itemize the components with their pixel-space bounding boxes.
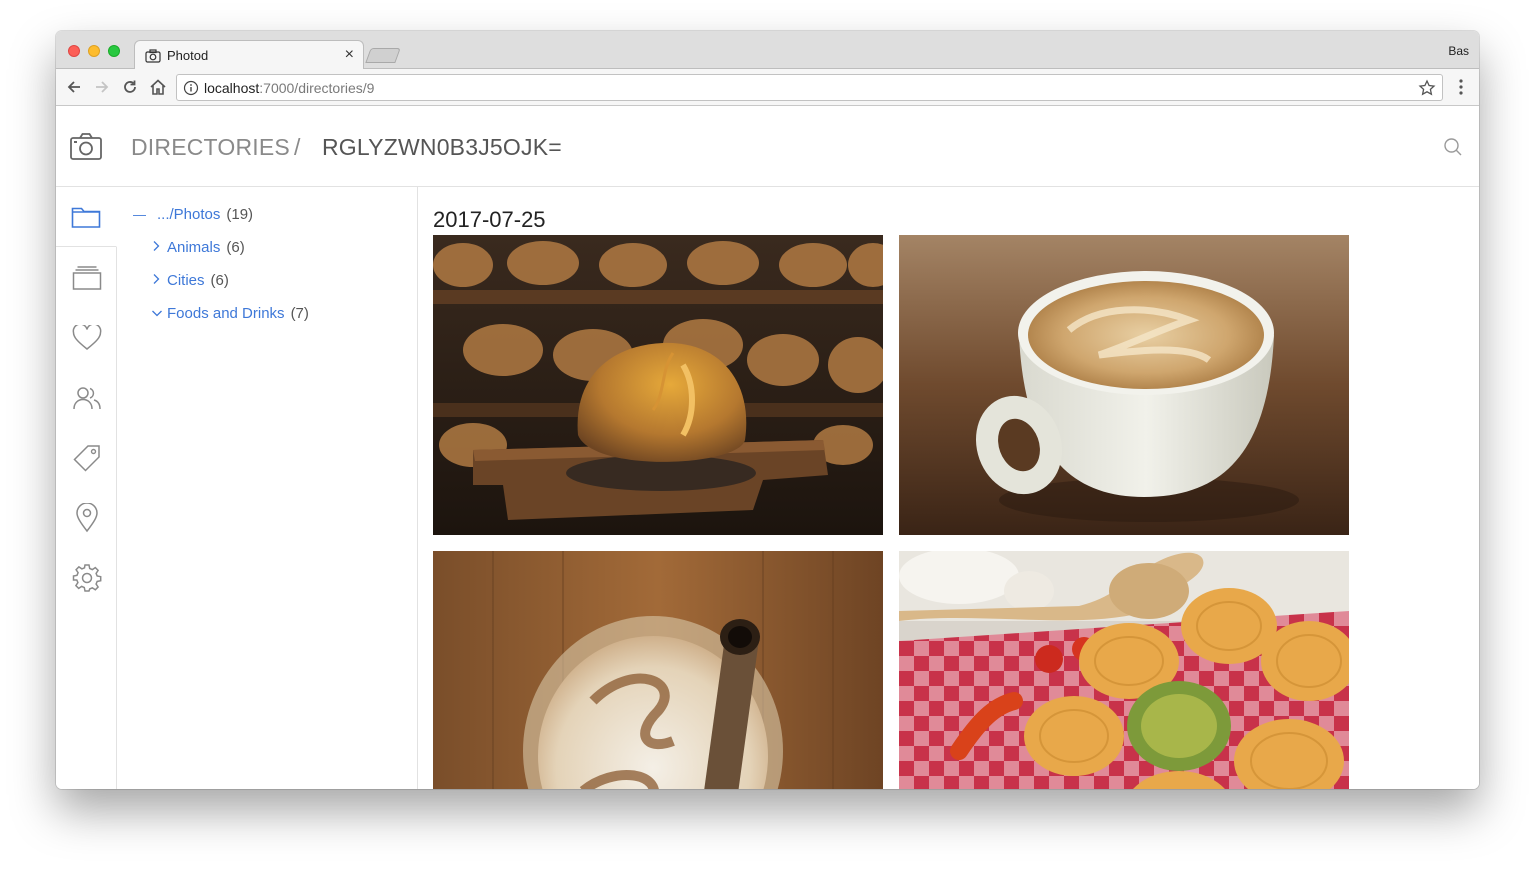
location-pin-icon — [75, 503, 98, 533]
tree-item-cities[interactable]: Cities (6) — [151, 272, 229, 289]
date-group-heading: 2017-07-25 — [433, 207, 546, 232]
nav-settings[interactable] — [56, 548, 117, 608]
tree-item-count: (7) — [290, 305, 309, 322]
nav-directories[interactable] — [56, 187, 117, 247]
chevron-right-icon[interactable] — [151, 240, 167, 255]
tree-item-count: (6) — [226, 239, 245, 256]
tree-item-animals[interactable]: Animals (6) — [151, 239, 245, 256]
desktop-background: Photod × Bas localhost:7000/directories/… — [0, 0, 1535, 869]
tag-icon — [72, 445, 100, 472]
tree-item-count: (19) — [226, 206, 254, 223]
reload-icon[interactable] — [118, 75, 142, 99]
tab-close-icon[interactable]: × — [345, 46, 354, 64]
heart-icon — [72, 325, 101, 350]
folder-icon — [71, 207, 101, 228]
photod-app: DIRECTORIES / RGLYZWN0B3J5OJK= — .../Pho… — [56, 107, 1479, 789]
profile-name[interactable]: Bas — [1448, 44, 1469, 58]
cappuccino-photo-image — [899, 235, 1349, 535]
collapse-dash-icon[interactable]: — — [133, 207, 157, 222]
tab-title: Photod — [167, 48, 209, 63]
tree-item-label[interactable]: Foods and Drinks — [167, 305, 285, 322]
photo-gallery: 2017-07-25 — [418, 187, 1479, 789]
photo-thumbnail[interactable] — [433, 235, 883, 535]
tab-strip: Photod × Bas — [56, 31, 1479, 70]
gear-icon — [72, 564, 101, 592]
nav-albums[interactable] — [56, 248, 117, 308]
home-icon[interactable] — [146, 75, 170, 99]
navigation-rail — [56, 187, 117, 789]
albums-icon — [72, 266, 101, 290]
url-host: localhost — [204, 80, 260, 96]
chevron-right-icon[interactable] — [151, 273, 167, 288]
browser-tab[interactable]: Photod × — [134, 40, 364, 70]
close-window-button[interactable] — [68, 45, 80, 57]
url-text: localhost:7000/directories/9 — [204, 80, 374, 96]
chevron-down-icon[interactable] — [151, 306, 167, 321]
photo-thumbnail[interactable] — [433, 551, 883, 789]
tree-item-label[interactable]: Cities — [167, 272, 205, 289]
maximize-window-button[interactable] — [108, 45, 120, 57]
tree-item-foods-and-drinks[interactable]: Foods and Drinks (7) — [151, 305, 309, 322]
tree-root-item[interactable]: — .../Photos (19) — [133, 206, 253, 223]
bookmark-star-icon[interactable] — [1418, 79, 1436, 97]
iced-coffee-photo-image — [433, 551, 883, 789]
people-icon — [72, 387, 101, 410]
photo-thumbnail[interactable] — [899, 235, 1349, 535]
breadcrumb-separator: / — [294, 134, 301, 160]
back-arrow-icon[interactable] — [62, 75, 86, 99]
breadcrumb-directories-link[interactable]: DIRECTORIES — [131, 134, 290, 161]
pasta-photo-image — [899, 551, 1349, 789]
photo-thumbnail[interactable] — [899, 551, 1349, 789]
minimize-window-button[interactable] — [88, 45, 100, 57]
nav-favorites[interactable] — [56, 308, 117, 368]
camera-logo-icon[interactable] — [70, 132, 102, 160]
new-tab-button[interactable] — [365, 48, 401, 63]
address-bar[interactable]: localhost:7000/directories/9 — [176, 74, 1443, 101]
app-header: DIRECTORIES / RGLYZWN0B3J5OJK= — [56, 107, 1479, 187]
directory-tree: — .../Photos (19) Animals (6) Cities (6) Foo… — [117, 187, 418, 789]
browser-menu-icon[interactable] — [1451, 77, 1471, 97]
tree-item-label[interactable]: Animals — [167, 239, 220, 256]
browser-window: Photod × Bas localhost:7000/directories/… — [56, 31, 1479, 789]
browser-toolbar: localhost:7000/directories/9 — [56, 69, 1479, 106]
nav-locations[interactable] — [56, 488, 117, 548]
forward-arrow-icon[interactable] — [90, 75, 114, 99]
nav-tags[interactable] — [56, 428, 117, 488]
tree-item-label[interactable]: .../Photos — [157, 206, 220, 223]
site-info-icon[interactable] — [183, 80, 199, 96]
breadcrumb-current-directory: RGLYZWN0B3J5OJK= — [322, 134, 562, 160]
search-icon[interactable] — [1443, 137, 1463, 157]
nav-people[interactable] — [56, 368, 117, 428]
bread-photo-image — [433, 235, 883, 535]
url-path: :7000/directories/9 — [259, 80, 375, 96]
tree-item-count: (6) — [210, 272, 229, 289]
camera-favicon-icon — [145, 49, 161, 63]
